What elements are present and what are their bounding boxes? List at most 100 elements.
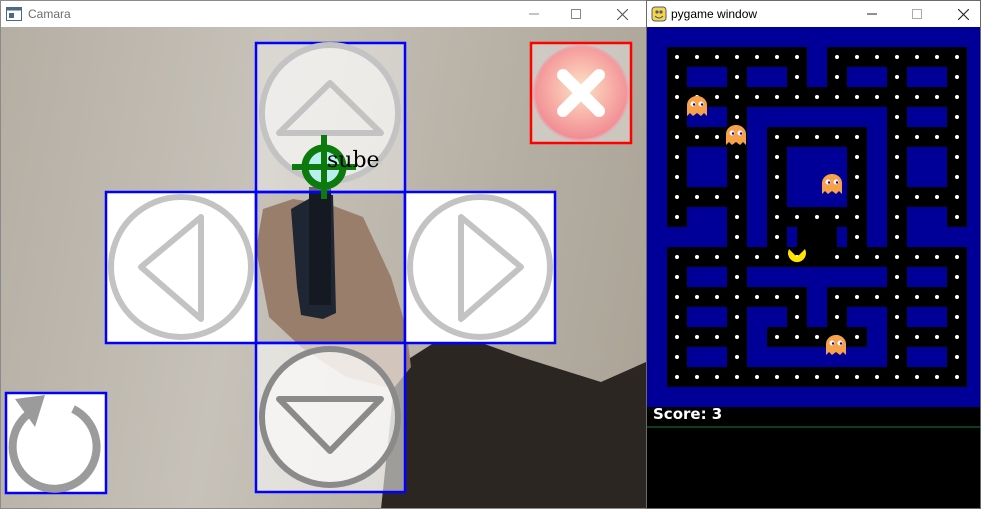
pellet (855, 235, 859, 239)
pygame-window: pygame window Score: 3 (646, 0, 981, 509)
pellet (955, 195, 959, 199)
pellet (675, 195, 679, 199)
pellet (735, 335, 739, 339)
pellet (735, 295, 739, 299)
pellet (955, 75, 959, 79)
camera-window-title: Camara (28, 7, 71, 21)
pellet (935, 255, 939, 259)
camera-titlebar[interactable]: Camara (1, 1, 646, 27)
pellet (755, 95, 759, 99)
close-x-icon (533, 45, 629, 141)
pellet (735, 95, 739, 99)
pellet (735, 315, 739, 319)
pellet (755, 255, 759, 259)
pellet (935, 335, 939, 339)
pellet (695, 195, 699, 199)
down-arrow-icon (259, 346, 401, 488)
close-button[interactable] (529, 41, 633, 145)
pellet (855, 55, 859, 59)
window-close-icon (957, 8, 969, 20)
pellet (835, 95, 839, 99)
pellet (915, 335, 919, 339)
pellet (955, 55, 959, 59)
pellet (875, 375, 879, 379)
pellet (675, 175, 679, 179)
pellet (815, 95, 819, 99)
ghost-icon (822, 174, 842, 194)
window-close-button[interactable] (600, 1, 644, 27)
pygame-minimize-button[interactable] (850, 1, 894, 27)
pellet (895, 335, 899, 339)
pellet (675, 355, 679, 359)
left-button[interactable] (104, 190, 258, 345)
pellet (915, 95, 919, 99)
pellet (775, 95, 779, 99)
pellet (735, 155, 739, 159)
game-surface: Score: 3 (647, 27, 980, 508)
pellet (835, 295, 839, 299)
pellet (715, 55, 719, 59)
ghost-icon (826, 335, 846, 355)
down-button[interactable] (254, 341, 407, 494)
right-arrow-icon (407, 194, 553, 340)
pellet (735, 355, 739, 359)
pellet (795, 215, 799, 219)
pellet (715, 255, 719, 259)
pellet (735, 375, 739, 379)
pellet (955, 315, 959, 319)
pellet (775, 335, 779, 339)
pellet (895, 375, 899, 379)
maximize-icon (571, 9, 581, 19)
pellet (755, 375, 759, 379)
ghost-icon (687, 96, 707, 116)
pygame-snake-icon (651, 6, 667, 22)
pellet (715, 135, 719, 139)
pellet (955, 255, 959, 259)
pellet (775, 255, 779, 259)
pellet (955, 135, 959, 139)
pellet (895, 115, 899, 119)
pellet (895, 55, 899, 59)
pellet (735, 275, 739, 279)
pellet (895, 135, 899, 139)
pellet (915, 55, 919, 59)
pellet (835, 215, 839, 219)
pellet (675, 155, 679, 159)
pellet (955, 355, 959, 359)
window-close-icon (616, 8, 628, 20)
pellet (775, 155, 779, 159)
pellet (855, 135, 859, 139)
camera-feed: sube (1, 27, 646, 508)
pygame-maximize-button[interactable] (895, 1, 939, 27)
pellet (735, 55, 739, 59)
pellet (695, 135, 699, 139)
pellet (795, 375, 799, 379)
direction-label: sube (327, 148, 380, 173)
pellet (695, 335, 699, 339)
pellet (675, 255, 679, 259)
minimize-button[interactable] (512, 1, 556, 27)
reset-button[interactable] (4, 391, 108, 495)
pygame-close-button[interactable] (941, 1, 980, 27)
camera-app-icon (6, 7, 22, 21)
pellet (735, 255, 739, 259)
pygame-window-title: pygame window (671, 7, 758, 21)
pellet (735, 115, 739, 119)
right-button[interactable] (403, 190, 557, 345)
pellet (875, 255, 879, 259)
pellet (675, 215, 679, 219)
pellet (855, 255, 859, 259)
pygame-titlebar[interactable]: pygame window (647, 1, 980, 27)
pellet (835, 315, 839, 319)
pellet (895, 315, 899, 319)
pellet (935, 195, 939, 199)
pellet (855, 375, 859, 379)
score-label: Score: 3 (653, 405, 723, 423)
pellet (895, 355, 899, 359)
pellet (775, 55, 779, 59)
pellet (735, 235, 739, 239)
maximize-button[interactable] (554, 1, 598, 27)
pellet (935, 95, 939, 99)
pellet (935, 295, 939, 299)
pellet (775, 295, 779, 299)
